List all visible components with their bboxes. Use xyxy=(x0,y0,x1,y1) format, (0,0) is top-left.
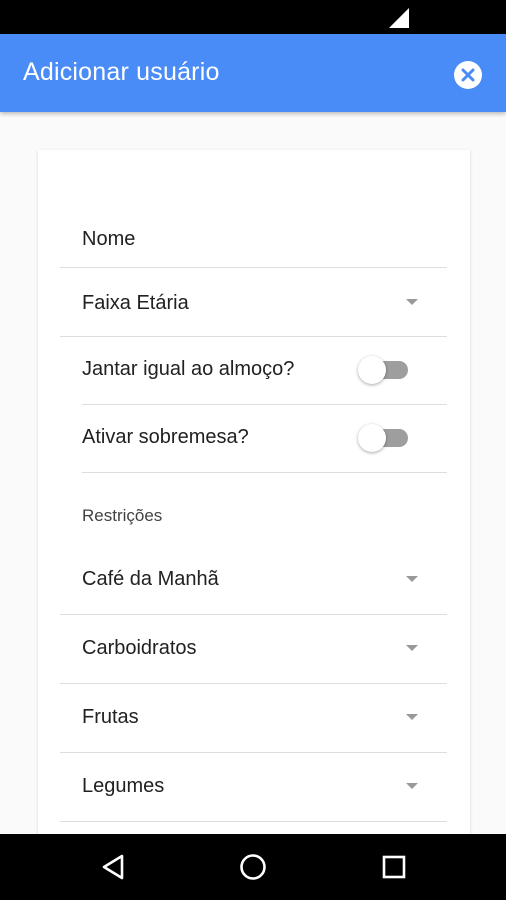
toggle-thumb xyxy=(358,424,386,452)
restriction-carbs-select[interactable]: Carboidratos xyxy=(60,614,447,684)
dropdown-arrow-icon xyxy=(406,714,418,720)
recents-square-icon xyxy=(382,855,406,879)
dropdown-arrow-icon xyxy=(406,299,418,305)
dinner-toggle-label: Jantar igual ao almoço? xyxy=(82,358,295,380)
dessert-row: Ativar sobremesa? xyxy=(82,404,447,473)
name-field-placeholder: Nome xyxy=(82,228,136,250)
toggle-thumb xyxy=(358,356,386,384)
restriction-label: Carboidratos xyxy=(82,637,197,659)
restrictions-heading: Restrições xyxy=(82,506,163,525)
age-range-label: Faixa Etária xyxy=(82,292,189,314)
dinner-same-as-lunch-row: Jantar igual ao almoço? xyxy=(82,336,447,405)
dropdown-arrow-icon xyxy=(406,576,418,582)
home-circle-icon xyxy=(240,854,266,880)
signal-icon xyxy=(389,8,409,28)
close-icon xyxy=(461,68,475,82)
status-bar xyxy=(0,0,506,34)
dessert-toggle-label: Ativar sobremesa? xyxy=(82,426,249,448)
restriction-label: Frutas xyxy=(82,706,139,728)
back-triangle-icon xyxy=(102,854,124,880)
restriction-label: Café da Manhã xyxy=(82,568,219,590)
dropdown-arrow-icon xyxy=(406,645,418,651)
page-title: Adicionar usuário xyxy=(23,58,220,86)
dessert-toggle[interactable] xyxy=(358,424,410,452)
content-area: Nome Faixa Etária Jantar igual ao almoço… xyxy=(0,112,506,834)
navigation-bar xyxy=(0,834,506,900)
restriction-fruits-select[interactable]: Frutas xyxy=(60,683,447,753)
dropdown-arrow-icon xyxy=(406,783,418,789)
restriction-vegetables-select[interactable]: Legumes xyxy=(60,752,447,822)
close-button[interactable] xyxy=(454,61,482,89)
app-bar: Adicionar usuário xyxy=(0,34,506,112)
back-button[interactable] xyxy=(98,851,130,883)
restriction-breakfast-select[interactable]: Café da Manhã xyxy=(60,545,447,615)
age-range-select[interactable]: Faixa Etária xyxy=(60,267,447,337)
user-form-card: Nome Faixa Etária Jantar igual ao almoço… xyxy=(38,150,470,834)
dinner-toggle[interactable] xyxy=(358,356,410,384)
restriction-label: Legumes xyxy=(82,775,165,797)
name-field[interactable]: Nome xyxy=(60,190,447,268)
home-button[interactable] xyxy=(237,851,269,883)
recents-button[interactable] xyxy=(378,851,410,883)
